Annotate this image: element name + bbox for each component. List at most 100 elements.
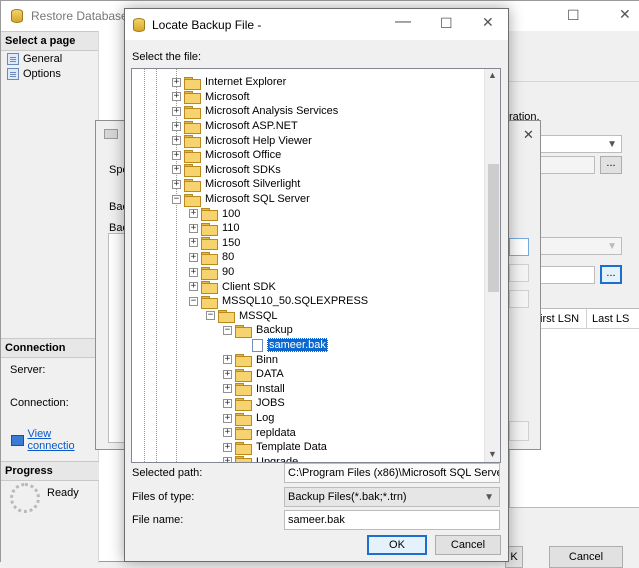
tree-node[interactable]: + Template Data bbox=[223, 440, 328, 455]
tree-node[interactable]: + Internet Explorer bbox=[172, 75, 287, 90]
tree-node[interactable]: − MSSQL bbox=[206, 309, 279, 324]
folder-icon bbox=[184, 178, 201, 192]
tree-node[interactable]: + Install bbox=[223, 382, 286, 397]
tree-node[interactable]: + repldata bbox=[223, 425, 297, 441]
tree-node[interactable]: +150 bbox=[189, 236, 241, 251]
collapse-icon[interactable]: − bbox=[206, 311, 215, 321]
locate-backup-file-dialog: Locate Backup File - — ☐ ✕ Select the fi… bbox=[124, 8, 509, 562]
tree-node-label: Microsoft bbox=[205, 90, 250, 103]
expand-icon[interactable]: + bbox=[223, 428, 232, 438]
expand-icon[interactable]: + bbox=[172, 121, 181, 131]
tree-node[interactable]: + Binn bbox=[223, 352, 279, 368]
chevron-down-icon: ▼ bbox=[484, 492, 494, 503]
expand-icon[interactable]: + bbox=[172, 106, 181, 116]
tree-node[interactable]: + Microsoft bbox=[172, 90, 251, 105]
expand-icon[interactable]: + bbox=[189, 238, 198, 248]
progress-status: Ready bbox=[47, 487, 79, 499]
tree-node[interactable]: +100 bbox=[189, 206, 241, 222]
expand-icon[interactable]: + bbox=[223, 398, 232, 408]
grid-column-divider bbox=[586, 309, 587, 329]
expand-icon[interactable]: + bbox=[189, 267, 198, 277]
tree-node[interactable]: + Microsoft Analysis Services bbox=[172, 104, 339, 119]
tree-node-label: Client SDK bbox=[222, 280, 276, 293]
ok-button[interactable]: OK bbox=[367, 535, 427, 555]
browse-button-1[interactable]: ... bbox=[600, 156, 622, 174]
dialog-icon bbox=[104, 129, 118, 139]
contents-button[interactable] bbox=[509, 290, 529, 308]
expand-icon[interactable]: + bbox=[223, 457, 232, 462]
tree-node-label: Internet Explorer bbox=[205, 76, 287, 89]
mid-cancel-button[interactable] bbox=[509, 421, 529, 441]
folder-icon bbox=[184, 120, 201, 134]
tree-node[interactable]: − MSSQL10_50.SQLEXPRESS bbox=[189, 294, 369, 309]
file-tree[interactable]: + Internet Explorer + Microsoft + Microsoft A… bbox=[131, 68, 501, 463]
tree-node[interactable]: +90 bbox=[189, 265, 235, 280]
tree-scroll-thumb[interactable] bbox=[488, 164, 499, 292]
cancel-button[interactable]: Cancel bbox=[435, 535, 501, 555]
expand-icon[interactable]: + bbox=[223, 369, 232, 379]
expand-icon[interactable]: + bbox=[189, 252, 198, 262]
expand-icon[interactable]: + bbox=[172, 150, 181, 160]
tree-node[interactable]: + Microsoft Help Viewer bbox=[172, 133, 313, 149]
minimize-icon[interactable]: — bbox=[395, 13, 411, 31]
file-name-input[interactable]: sameer.bak bbox=[284, 510, 500, 530]
view-connection-link[interactable]: View connectio bbox=[11, 428, 98, 452]
tree-node[interactable]: + Microsoft ASP.NET bbox=[172, 119, 299, 134]
tree-node[interactable]: + DATA bbox=[223, 367, 285, 382]
progress-spinner-icon bbox=[10, 483, 40, 513]
collapse-icon[interactable]: − bbox=[223, 325, 232, 335]
expand-icon[interactable]: + bbox=[189, 209, 198, 219]
collapse-icon[interactable]: − bbox=[172, 194, 181, 204]
page-item-options[interactable]: Options bbox=[1, 66, 98, 81]
tree-node-label: MSSQL10_50.SQLEXPRESS bbox=[222, 295, 369, 308]
tree-node[interactable]: + Microsoft Silverlight bbox=[172, 177, 301, 192]
tree-node[interactable]: + Log bbox=[223, 411, 275, 426]
expand-icon[interactable]: + bbox=[223, 355, 232, 365]
expand-icon[interactable]: + bbox=[189, 223, 198, 233]
files-of-type-select[interactable]: Backup Files(*.bak;*.trn) ▼ bbox=[284, 487, 500, 507]
close-icon[interactable]: ✕ bbox=[523, 127, 534, 143]
remove-button[interactable] bbox=[509, 264, 529, 282]
folder-icon bbox=[235, 456, 252, 462]
tree-node[interactable]: − Microsoft SQL Server bbox=[172, 192, 311, 207]
maximize-icon[interactable]: ☐ bbox=[567, 7, 580, 24]
expand-icon[interactable]: + bbox=[223, 413, 232, 423]
tree-node[interactable]: + JOBS bbox=[223, 396, 286, 411]
folder-icon bbox=[184, 76, 201, 90]
add-button[interactable] bbox=[509, 238, 529, 256]
tree-node[interactable]: + Microsoft Office bbox=[172, 148, 282, 163]
maximize-icon[interactable]: ☐ bbox=[440, 15, 453, 32]
close-icon[interactable]: ✕ bbox=[482, 14, 494, 31]
page-item-general[interactable]: General bbox=[1, 51, 98, 66]
expand-icon[interactable]: + bbox=[172, 77, 181, 87]
tree-node[interactable]: − Backup bbox=[223, 323, 294, 338]
browse-button-2[interactable]: ... bbox=[600, 265, 622, 284]
expand-icon[interactable]: + bbox=[223, 384, 232, 394]
tree-node[interactable]: + Client SDK bbox=[189, 279, 277, 295]
scroll-up-icon[interactable]: ▲ bbox=[488, 70, 497, 80]
tree-node-label: Microsoft SDKs bbox=[205, 163, 281, 176]
expand-icon[interactable]: + bbox=[172, 136, 181, 146]
chevron-down-icon: ▼ bbox=[607, 241, 617, 252]
tree-node[interactable]: sameer.bak bbox=[240, 338, 328, 353]
close-icon[interactable]: ✕ bbox=[619, 6, 631, 23]
locate-dialog-title: Locate Backup File - bbox=[152, 18, 262, 32]
scroll-down-icon[interactable]: ▼ bbox=[488, 449, 497, 459]
expand-icon[interactable]: + bbox=[172, 165, 181, 175]
collapse-icon[interactable]: − bbox=[189, 296, 198, 306]
tree-node[interactable]: + Upgrade bbox=[223, 455, 299, 462]
restore-cancel-button[interactable]: Cancel bbox=[549, 546, 623, 568]
folder-icon bbox=[201, 266, 218, 280]
expand-icon[interactable]: + bbox=[189, 282, 198, 292]
expand-icon[interactable]: + bbox=[172, 92, 181, 102]
tree-guide-line bbox=[156, 69, 157, 462]
server-label: Server: bbox=[10, 364, 46, 376]
tree-node[interactable]: + Microsoft SDKs bbox=[172, 163, 282, 178]
tree-scrollbar[interactable]: ▲ ▼ bbox=[484, 69, 500, 462]
expand-icon[interactable]: + bbox=[223, 442, 232, 452]
tree-node[interactable]: +80 bbox=[189, 250, 235, 265]
selected-path-field[interactable]: C:\Program Files (x86)\Microsoft SQL Ser… bbox=[284, 463, 500, 483]
tree-node[interactable]: +110 bbox=[189, 221, 241, 236]
expand-icon[interactable]: + bbox=[172, 179, 181, 189]
folder-icon bbox=[235, 397, 252, 411]
